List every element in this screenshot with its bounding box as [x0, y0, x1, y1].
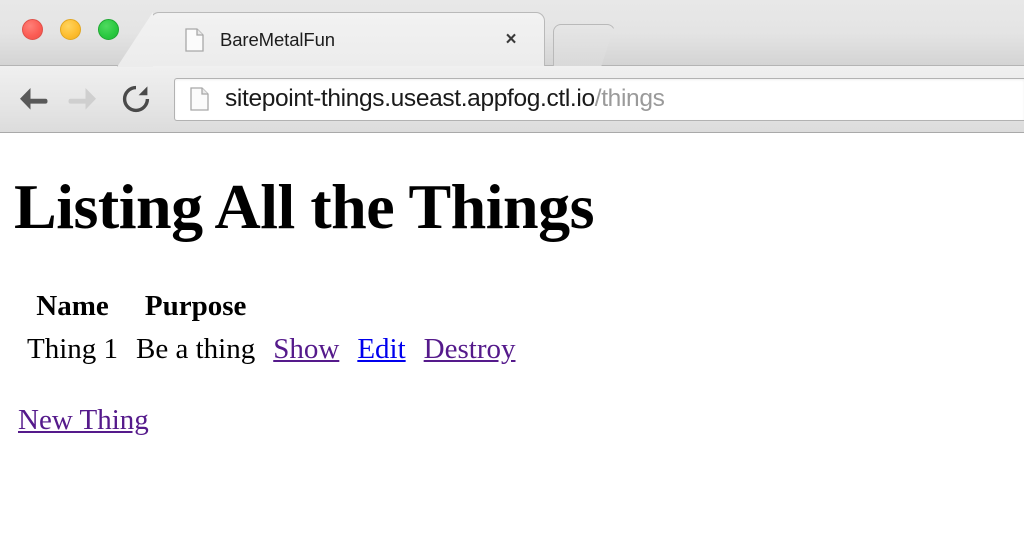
column-header-actions-edit: [348, 285, 414, 328]
cell-purpose: Be a thing: [127, 328, 264, 371]
close-icon[interactable]: ×: [498, 27, 524, 53]
cell-name: Thing 1: [18, 328, 127, 371]
browser-tab-title: BareMetalFun: [220, 29, 498, 51]
address-bar-url-path: /things: [595, 85, 665, 112]
new-thing-link[interactable]: New Thing: [18, 404, 149, 436]
browser-toolbar: sitepoint-things.useast.appfog.ctl.io/th…: [0, 66, 1024, 133]
table-row: Thing 1 Be a thing Show Edit Destroy: [18, 328, 524, 371]
page-content: Listing All the Things Name Purpose Thin…: [0, 133, 1024, 553]
page-document-icon: [190, 87, 209, 111]
cell-action-destroy: Destroy: [415, 328, 525, 371]
arrow-right-icon: [66, 84, 100, 114]
edit-link[interactable]: Edit: [357, 333, 405, 365]
reload-circular-arrow-icon: [120, 83, 152, 115]
column-header-actions-show: [264, 285, 348, 328]
column-header-name: Name: [18, 285, 127, 328]
forward-button: [60, 76, 106, 122]
reload-button[interactable]: [114, 77, 158, 121]
table-body: Thing 1 Be a thing Show Edit Destroy: [18, 328, 524, 371]
tab-left-shoulder: [117, 12, 153, 67]
address-bar[interactable]: sitepoint-things.useast.appfog.ctl.io/th…: [174, 78, 1024, 121]
maximize-window-button[interactable]: [98, 19, 119, 40]
browser-tab-strip: BareMetalFun ×: [0, 0, 1024, 66]
new-thing-link-container: New Thing: [18, 404, 1016, 437]
cell-action-edit: Edit: [348, 328, 414, 371]
page-document-icon: [185, 28, 204, 52]
things-table: Name Purpose Thing 1 Be a thing Show Edi…: [18, 285, 524, 371]
minimize-window-button[interactable]: [60, 19, 81, 40]
destroy-link[interactable]: Destroy: [424, 333, 516, 365]
back-button[interactable]: [10, 76, 56, 122]
browser-tab[interactable]: BareMetalFun ×: [150, 12, 545, 66]
new-tab-button[interactable]: [553, 24, 615, 66]
address-bar-url: sitepoint-things.useast.appfog.ctl.io/th…: [225, 85, 665, 113]
table-header-row: Name Purpose: [18, 285, 524, 328]
column-header-purpose: Purpose: [127, 285, 264, 328]
window-traffic-lights: [22, 19, 119, 40]
page-title: Listing All the Things: [8, 133, 1016, 239]
browser-window: BareMetalFun × si: [0, 0, 1024, 554]
show-link[interactable]: Show: [273, 333, 339, 365]
table-header: Name Purpose: [18, 285, 524, 328]
column-header-actions-destroy: [415, 285, 525, 328]
arrow-left-icon: [16, 84, 50, 114]
address-bar-url-host: sitepoint-things.useast.appfog.ctl.io: [225, 85, 595, 112]
cell-action-show: Show: [264, 328, 348, 371]
close-window-button[interactable]: [22, 19, 43, 40]
